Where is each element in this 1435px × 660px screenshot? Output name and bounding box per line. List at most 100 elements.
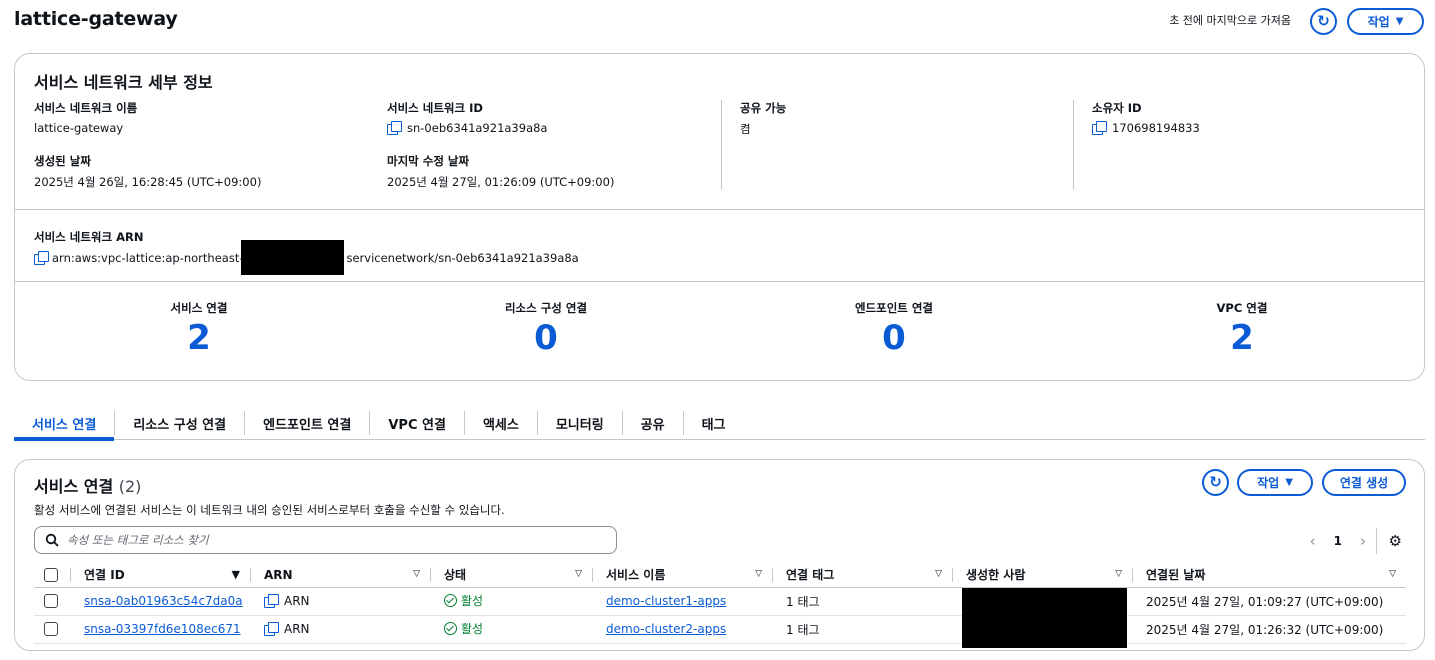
service-name-link[interactable]: demo-cluster1-apps — [606, 594, 726, 608]
count-endpoint-associations: 엔드포인트 연결 0 — [794, 300, 994, 358]
page-number[interactable]: 1 — [1334, 534, 1342, 548]
owner-label: 소유자 ID — [1092, 101, 1142, 115]
tab-tags[interactable]: 태그 — [684, 406, 744, 440]
association-id-link[interactable]: snsa-0ab01963c54c7da0a — [84, 594, 243, 608]
arn-suffix: servicenetwork/sn-0eb6341a921a39a8a — [346, 250, 579, 265]
caret-down-icon: ▼ — [1395, 16, 1404, 27]
created-label: 생성된 날짜 — [34, 154, 91, 168]
created-value: 2025년 4월 26일, 16:28:45 (UTC+09:00) — [34, 175, 262, 189]
sort-icon: ▽ — [413, 569, 420, 579]
tab-endpoint-associations[interactable]: 엔드포인트 연결 — [245, 406, 369, 440]
table-row[interactable]: snsa-03397fd6e108ec671 ARN 활성 demo-clust… — [34, 615, 1406, 644]
column-header[interactable]: ARN ▽ — [250, 563, 430, 588]
arn-block: 서비스 네트워크 ARN arn:aws:vpc-lattice:ap-nort… — [34, 229, 579, 275]
actions-button[interactable]: 작업 ▼ — [1347, 8, 1424, 35]
status-badge: 활성 — [444, 620, 483, 637]
column-header[interactable]: 상태 ▽ — [430, 563, 592, 588]
column-header[interactable]: 서비스 이름 ▽ — [592, 563, 772, 588]
count-value[interactable]: 0 — [794, 318, 994, 358]
redacted-block — [241, 240, 345, 275]
tab-service-associations[interactable]: 서비스 연결 — [14, 406, 115, 441]
tab-bar: 서비스 연결 리소스 구성 연결 엔드포인트 연결 VPC 연결 액세스 모니터… — [14, 406, 1425, 441]
refresh-button[interactable]: ↻ — [1202, 469, 1229, 496]
count-value[interactable]: 2 — [1142, 318, 1342, 358]
count-service-associations: 서비스 연결 2 — [99, 300, 299, 358]
tags-count: 1 태그 — [786, 622, 820, 637]
column-header[interactable]: 연결 태그 ▽ — [772, 563, 952, 588]
search-input[interactable] — [67, 533, 567, 547]
count-label: VPC 연결 — [1216, 301, 1268, 315]
page-header: lattice-gateway 초 전에 마지막으로 가져옴 ↻ 작업 ▼ — [14, 8, 1424, 36]
sort-icon: ▽ — [1389, 569, 1396, 579]
tags-count: 1 태그 — [786, 594, 820, 609]
check-circle-icon — [444, 594, 457, 607]
section-divider — [15, 209, 1424, 210]
column-divider — [721, 100, 722, 190]
copy-icon[interactable] — [264, 622, 279, 637]
refresh-icon: ↻ — [1209, 473, 1222, 491]
sort-icon: ▽ — [935, 569, 942, 579]
section-divider — [15, 281, 1424, 282]
service-name-link[interactable]: demo-cluster2-apps — [606, 622, 726, 636]
details-col-2: 서비스 네트워크 ID sn-0eb6341a921a39a8a 마지막 수정 … — [387, 100, 717, 190]
details-col-1: 서비스 네트워크 이름 lattice-gateway 생성된 날짜 2025년… — [34, 100, 364, 190]
tab-access[interactable]: 액세스 — [465, 406, 537, 440]
service-network-details: 서비스 네트워크 세부 정보 서비스 네트워크 이름 lattice-gatew… — [14, 53, 1425, 381]
search-field[interactable] — [34, 526, 617, 554]
name-label: 서비스 네트워크 이름 — [34, 101, 138, 115]
column-header[interactable]: 연결 ID ▼ — [70, 563, 250, 588]
column-header[interactable]: 생성한 사람 ▽ — [952, 563, 1132, 588]
copy-icon[interactable] — [387, 121, 402, 135]
copy-icon[interactable] — [34, 250, 49, 265]
actions-button-label: 작업 — [1367, 15, 1390, 29]
details-col-3: 공유 가능 켬 — [740, 100, 1070, 190]
count-value[interactable]: 0 — [446, 318, 646, 358]
row-checkbox[interactable] — [44, 622, 58, 637]
panel-title: 서비스 연결 (2) — [34, 473, 141, 497]
create-association-button[interactable]: 연결 생성 — [1322, 469, 1406, 496]
copy-icon[interactable] — [264, 594, 279, 609]
column-header[interactable]: 연결된 날짜 ▽ — [1132, 563, 1406, 588]
arn-prefix: arn:aws:vpc-lattice:ap-northeast- — [52, 250, 244, 265]
copy-icon[interactable] — [1092, 121, 1107, 135]
select-all-checkbox[interactable] — [44, 568, 58, 582]
tab-vpc-associations[interactable]: VPC 연결 — [370, 406, 464, 440]
details-title: 서비스 네트워크 세부 정보 — [34, 73, 213, 92]
modified-value: 2025년 4월 27일, 01:26:09 (UTC+09:00) — [387, 175, 615, 189]
chevron-left-icon[interactable]: ‹ — [1310, 532, 1316, 550]
details-col-4: 소유자 ID 170698194833 — [1092, 100, 1392, 190]
count-value[interactable]: 2 — [99, 318, 299, 358]
column-divider — [1073, 100, 1074, 190]
shareable-label: 공유 가능 — [740, 101, 787, 115]
gear-icon[interactable]: ⚙ — [1389, 532, 1402, 550]
refresh-button[interactable]: ↻ — [1310, 8, 1337, 35]
tab-monitoring[interactable]: 모니터링 — [538, 406, 622, 440]
status-badge: 활성 — [444, 592, 483, 609]
count-vpc-associations: VPC 연결 2 — [1142, 300, 1342, 358]
sort-icon: ▽ — [755, 569, 762, 579]
sort-desc-icon: ▼ — [231, 568, 240, 581]
row-checkbox[interactable] — [44, 594, 58, 609]
actions-button[interactable]: 작업 ▼ — [1237, 469, 1313, 496]
chevron-right-icon[interactable]: › — [1360, 532, 1366, 550]
page-title: lattice-gateway — [14, 8, 178, 30]
create-association-label: 연결 생성 — [1339, 476, 1389, 490]
arn-text: ARN — [284, 621, 310, 636]
panel-title-text: 서비스 연결 — [34, 477, 114, 496]
tab-resource-config-associations[interactable]: 리소스 구성 연결 — [115, 406, 244, 440]
count-label: 리소스 구성 연결 — [504, 301, 588, 315]
id-value: sn-0eb6341a921a39a8a — [407, 121, 548, 135]
count-label: 엔드포인트 연결 — [854, 301, 934, 315]
tab-sharing[interactable]: 공유 — [623, 406, 683, 440]
service-associations-panel: 서비스 연결 (2) 활성 서비스에 연결된 서비스는 이 네트워크 내의 승인… — [14, 459, 1425, 651]
table-row[interactable]: snsa-0ab01963c54c7da0a ARN 활성 demo-clust… — [34, 587, 1406, 648]
pagination: ‹ 1 › — [1310, 532, 1366, 550]
associated-date: 2025년 4월 27일, 01:09:27 (UTC+09:00) — [1146, 594, 1384, 609]
sort-icon: ▽ — [575, 569, 582, 579]
name-value: lattice-gateway — [34, 121, 124, 135]
association-id-link[interactable]: snsa-03397fd6e108ec671 — [84, 622, 241, 636]
check-circle-icon — [444, 622, 457, 635]
search-icon — [45, 533, 59, 547]
count-label: 서비스 연결 — [170, 301, 228, 315]
associated-date: 2025년 4월 27일, 01:26:32 (UTC+09:00) — [1146, 622, 1384, 637]
